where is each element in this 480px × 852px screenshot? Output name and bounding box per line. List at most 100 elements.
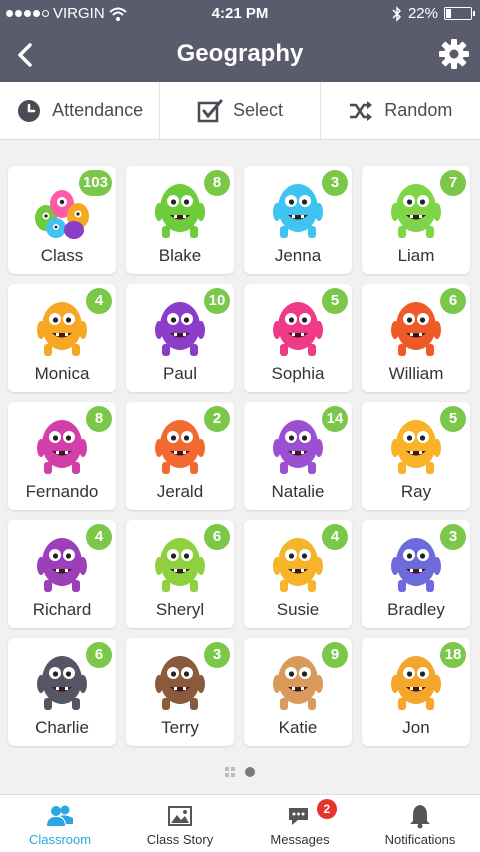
status-bar: VIRGIN 4:21 PM 22% [0,0,480,28]
student-card[interactable]: Bradley 3 [362,520,470,628]
points-badge: 6 [204,524,230,550]
points-badge: 4 [322,524,348,550]
student-card[interactable]: Paul 10 [126,284,234,392]
student-name: Jenna [274,246,322,265]
points-badge: 3 [204,642,230,668]
student-card[interactable]: Richard 4 [8,520,116,628]
student-name: Richard [32,600,92,619]
points-badge: 5 [322,288,348,314]
student-name: Liam [397,246,435,265]
points-badge: 7 [440,170,466,196]
monster-icon [37,420,87,474]
student-card[interactable]: Jerald 2 [126,402,234,510]
monster-icon [391,184,441,238]
student-card[interactable]: Liam 7 [362,166,470,274]
select-button[interactable]: Select [160,82,321,139]
monster-icon [391,538,441,592]
monster-icon [37,538,87,592]
student-name: Katie [278,718,318,737]
clock-icon [18,99,41,122]
tab-label: Classroom [28,832,92,847]
points-badge: 8 [204,170,230,196]
random-label: Random [384,100,453,120]
student-card[interactable]: Sophia 5 [244,284,352,392]
tab-label: Messages [270,832,330,847]
monster-icon [273,420,323,474]
student-card[interactable]: Jenna 3 [244,166,352,274]
people-icon [47,805,73,826]
monster-icon [273,184,323,238]
battery-icon [444,7,475,20]
select-label: Select [232,100,283,120]
monster-icon [155,538,205,592]
student-card[interactable]: Fernando 8 [8,402,116,510]
student-card[interactable]: Terry 3 [126,638,234,746]
points-badge: 14 [322,406,348,432]
student-name: Blake [158,246,202,265]
student-card[interactable]: Monica 4 [8,284,116,392]
photo-icon [168,806,192,826]
student-name: Monica [34,364,90,383]
monster-icon [155,302,205,356]
bluetooth-icon [392,5,402,22]
attendance-button[interactable]: Attendance [0,82,161,139]
tab-bar: Classroom Class Story 2 Messages Notific… [0,794,480,852]
points-badge: 3 [440,524,466,550]
monster-icon [391,656,441,710]
random-button[interactable]: Random [321,82,480,139]
student-card[interactable]: Katie 9 [244,638,352,746]
points-badge: 5 [440,406,466,432]
tab-label: Class Story [146,832,214,847]
student-card[interactable]: Natalie 14 [244,402,352,510]
page-indicator [0,767,480,777]
points-badge: 3 [322,170,348,196]
tab-messages[interactable]: 2 Messages [240,795,360,852]
points-badge: 6 [440,288,466,314]
nav-bar: Geography [0,28,480,82]
student-name: Paul [162,364,198,383]
points-badge: 4 [86,524,112,550]
monster-icon [37,302,87,356]
student-name: Ray [400,482,432,501]
student-card[interactable]: Charlie 6 [8,638,116,746]
student-name: Natalie [271,482,325,501]
tab-class-story[interactable]: Class Story [120,795,240,852]
monster-icon [273,302,323,356]
bell-icon [410,805,430,829]
student-name: Jerald [156,482,204,501]
message-count-badge: 2 [316,799,337,819]
student-name: Class [40,246,84,265]
student-name: Sheryl [155,600,205,619]
tab-classroom[interactable]: Classroom [0,795,120,852]
points-badge: 6 [86,642,112,668]
points-badge: 2 [204,406,230,432]
student-name: Susie [276,600,320,619]
student-card[interactable]: Sheryl 6 [126,520,234,628]
class-card[interactable]: Class 103 [8,166,116,274]
monster-icon [155,420,205,474]
monster-icon [273,538,323,592]
student-name: William [388,364,444,383]
toolbar: Attendance Select Random [0,82,480,140]
student-name: Fernando [25,482,99,501]
attendance-label: Attendance [52,100,144,120]
student-card[interactable]: Blake 8 [126,166,234,274]
tab-notifications[interactable]: Notifications [360,795,480,852]
student-card[interactable]: Susie 4 [244,520,352,628]
student-name: Charlie [35,718,89,737]
page-dot[interactable] [245,767,255,777]
student-name: Terry [161,718,199,737]
student-card[interactable]: Ray 5 [362,402,470,510]
points-badge: 103 [78,170,112,196]
gear-icon[interactable] [438,38,470,70]
monster-icon [391,420,441,474]
student-grid: Class 103 Blake 8 Jenna 3 Liam 7 Monica 4 Paul 10 So… [8,166,474,746]
shuffle-icon [350,100,373,121]
student-card[interactable]: William 6 [362,284,470,392]
monster-icon [37,656,87,710]
student-card[interactable]: Jon 18 [362,638,470,746]
grid-view-icon[interactable] [225,767,235,777]
monster-icon [391,302,441,356]
points-badge: 18 [440,642,466,668]
battery-percent: 22% [407,5,438,22]
